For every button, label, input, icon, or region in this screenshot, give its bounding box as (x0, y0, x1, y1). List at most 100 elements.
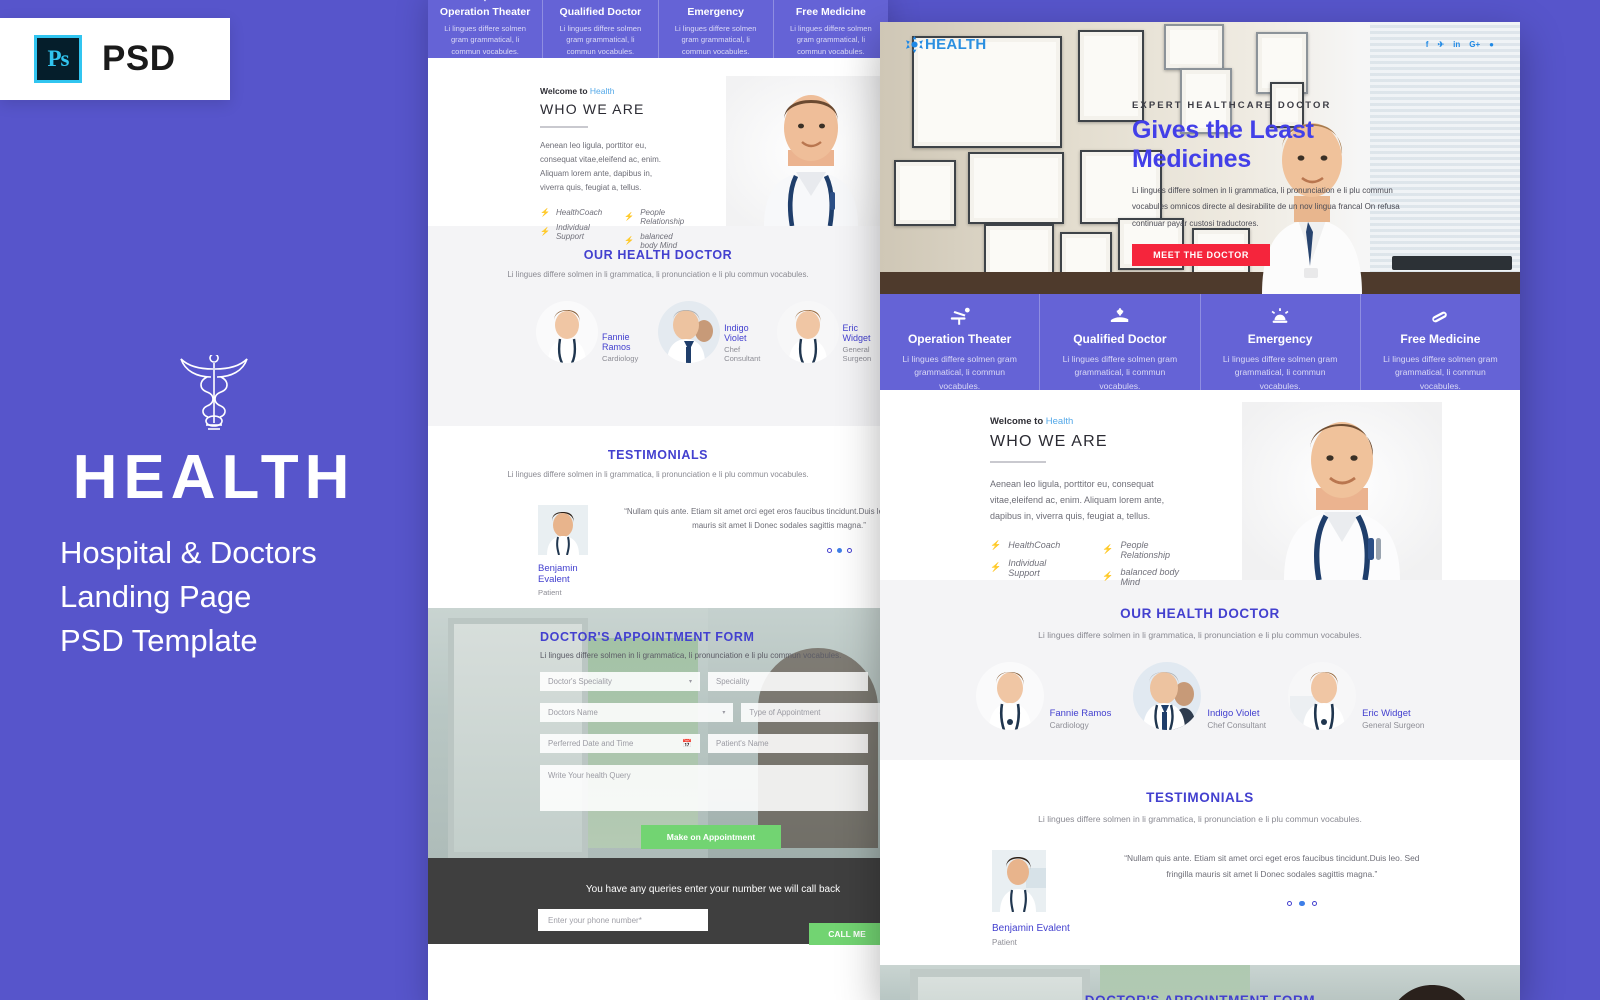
brand-subtitle: Hospital & Doctors Landing Page PSD Temp… (0, 531, 428, 663)
carousel-dots[interactable] (734, 547, 888, 553)
section-title: DOCTOR'S APPOINTMENT FORM (540, 630, 755, 644)
field-placeholder: Doctors Name (548, 708, 598, 717)
doctor-portrait-photo (1242, 402, 1442, 581)
who-list-left: ⚡ HealthCoach ⚡ Individual Support (990, 540, 1070, 594)
section-subtitle: Li lingues differe solmen in li grammati… (540, 651, 842, 660)
linkedin-icon[interactable]: in (1453, 40, 1460, 49)
service-desc: Li lingues differe solmen gram grammatic… (902, 354, 1017, 391)
avatar (1288, 662, 1357, 730)
list-item: ⚡ People Relationship (624, 208, 684, 226)
brand-block: HEALTH Hospital & Doctors Landing Page P… (0, 355, 428, 663)
field-placeholder: Enter your phone number* (548, 915, 642, 925)
list-item: ⚡ Individual Support (540, 223, 602, 241)
caduceus-icon (180, 355, 248, 430)
doctor-card-indigo-violet[interactable]: Indigo Violet Chef Consultant (1133, 662, 1266, 730)
emergency-icon (708, 0, 723, 2)
field-placeholder: Write Your health Query (548, 771, 631, 780)
hero-copy: EXPERT HEALTHCARE DOCTOR Gives the Least… (1132, 100, 1432, 267)
list-item-label: Individual Support (1008, 557, 1047, 578)
twitter-icon[interactable]: ✈ (1437, 40, 1444, 49)
testimonial-author: Benjamin Evalent (992, 923, 1070, 934)
doctors-speciality-select[interactable]: Doctor's Speciality ▾ (540, 672, 700, 691)
callback-bar-back: You have any queries enter your number w… (428, 858, 888, 945)
social-links[interactable]: f ✈ in G+ ● (1426, 40, 1494, 49)
service-card-qualified-doctor[interactable]: Qualified Doctor Li lingues differe solm… (1040, 294, 1201, 391)
section-subtitle: Li lingues differe solmen in li grammati… (507, 470, 809, 479)
background-page-mockup: Operation Theater Li lingues differe sol… (428, 0, 888, 1000)
doctor-card[interactable]: Fannie Ramos Cardiology (536, 301, 648, 363)
make-appointment-button[interactable]: Make on Appointment (641, 825, 781, 849)
list-item: ⚡ balanced body Mind (1102, 567, 1190, 587)
health-query-textarea[interactable]: Write Your health Query (540, 765, 868, 811)
calendar-icon: 📅 (682, 739, 692, 748)
carousel-dot-active[interactable] (836, 547, 842, 553)
who-eyebrow-brand: Health (589, 86, 615, 96)
service-title: Operation Theater (907, 332, 1012, 346)
carousel-dot[interactable] (826, 547, 832, 553)
avatar (658, 301, 721, 363)
speciality-input[interactable]: Speciality (708, 672, 868, 691)
doctor-card[interactable]: Eric Widget General Surgeon (776, 301, 888, 363)
site-logo[interactable]: HEALTH (906, 35, 987, 53)
services-row: Operation Theater Li lingues differe sol… (880, 294, 1520, 391)
carousel-dot[interactable] (1286, 900, 1293, 907)
carousel-dots[interactable] (1172, 900, 1432, 907)
avatar (975, 662, 1044, 730)
list-item: ⚡ balanced body Mind (624, 232, 684, 250)
hero-eyebrow: EXPERT HEALTHCARE DOCTOR (1132, 100, 1332, 111)
meet-the-doctor-button[interactable]: MEET THE DOCTOR (1132, 244, 1270, 267)
who-body: Aenean leo ligula, porttitor eu, consequ… (540, 140, 661, 192)
doctor-card-fannie-ramos[interactable]: Fannie Ramos Cardiology (975, 662, 1111, 730)
who-eyebrow: Welcome to Health (990, 416, 1190, 427)
field-placeholder: Perferred Date and Time (548, 739, 634, 748)
bolt-icon: ⚡ (624, 236, 635, 245)
service-card[interactable]: Free Medicine Li lingues differe solmen … (773, 0, 888, 58)
section-title: TESTIMONIALS (607, 448, 709, 462)
globe-icon[interactable]: ● (1489, 40, 1494, 49)
service-card-emergency[interactable]: Emergency Li lingues differe solmen gram… (1200, 294, 1361, 391)
avatar (1133, 662, 1202, 730)
list-item: ⚡ People Relationship (1102, 540, 1190, 560)
hero-section: HEALTH f ✈ in G+ ● EXPERT HEALTHCARE DOC… (880, 22, 1520, 294)
carousel-dot[interactable] (846, 547, 852, 553)
medical-star-icon (906, 35, 923, 53)
google-plus-icon[interactable]: G+ (1469, 40, 1480, 49)
patients-name-input[interactable]: Patient's Name (708, 734, 868, 753)
service-title: Qualified Doctor (1073, 332, 1167, 346)
service-title: Operation Theater (439, 6, 531, 18)
brand-subtitle-line-2: Landing Page (60, 579, 252, 615)
carousel-dot[interactable] (1311, 900, 1318, 907)
list-item-label: balanced body Mind (640, 231, 678, 250)
bolt-icon: ⚡ (624, 212, 635, 221)
chevron-down-icon: ▾ (722, 710, 726, 716)
doctor-card-eric-widget[interactable]: Eric Widget General Surgeon (1288, 662, 1424, 730)
carousel-dot-active[interactable] (1299, 900, 1305, 907)
call-me-button[interactable]: CALL ME (809, 923, 885, 945)
who-heading: WHO WE ARE (540, 101, 645, 117)
service-card[interactable]: Qualified Doctor Li lingues differe solm… (543, 0, 659, 58)
service-card[interactable]: Operation Theater Li lingues differe sol… (428, 0, 544, 58)
bolt-icon: ⚡ (990, 539, 1002, 550)
hero-body: Li lingues differe solmen in li grammati… (1132, 186, 1400, 228)
service-card[interactable]: Emergency Li lingues differe solmen gram… (658, 0, 774, 58)
phone-number-input[interactable]: Enter your phone number* (538, 909, 708, 931)
brand-title: HEALTH (72, 443, 356, 512)
doctor-card[interactable]: Indigo Violet Chef Consultant (658, 301, 766, 363)
service-card-operation-theater[interactable]: Operation Theater Li lingues differe sol… (880, 294, 1041, 391)
type-of-appointment-input[interactable]: Type of Appointment (741, 703, 888, 722)
qualified-doctor-icon (593, 0, 608, 2)
free-medicine-icon (1432, 311, 1448, 323)
doctor-role: Chef Consultant (1207, 721, 1267, 730)
doctors-section: OUR HEALTH DOCTOR Li lingues differe sol… (880, 580, 1520, 760)
list-item: ⚡ Individual Support (990, 558, 1070, 578)
service-card-free-medicine[interactable]: Free Medicine Li lingues differe solmen … (1360, 294, 1520, 391)
section-title: OUR HEALTH DOCTOR (1120, 606, 1280, 621)
preferred-date-input[interactable]: Perferred Date and Time 📅 (540, 734, 700, 753)
facebook-icon[interactable]: f (1426, 40, 1429, 49)
bolt-icon: ⚡ (540, 227, 550, 236)
service-desc: Li lingues differe solmen gram grammatic… (444, 24, 526, 56)
testimonial-avatar (992, 850, 1046, 912)
emergency-icon (1271, 308, 1289, 323)
doctors-name-select[interactable]: Doctors Name ▾ (540, 703, 734, 722)
services-row-back: Operation Theater Li lingues differe sol… (428, 0, 888, 58)
